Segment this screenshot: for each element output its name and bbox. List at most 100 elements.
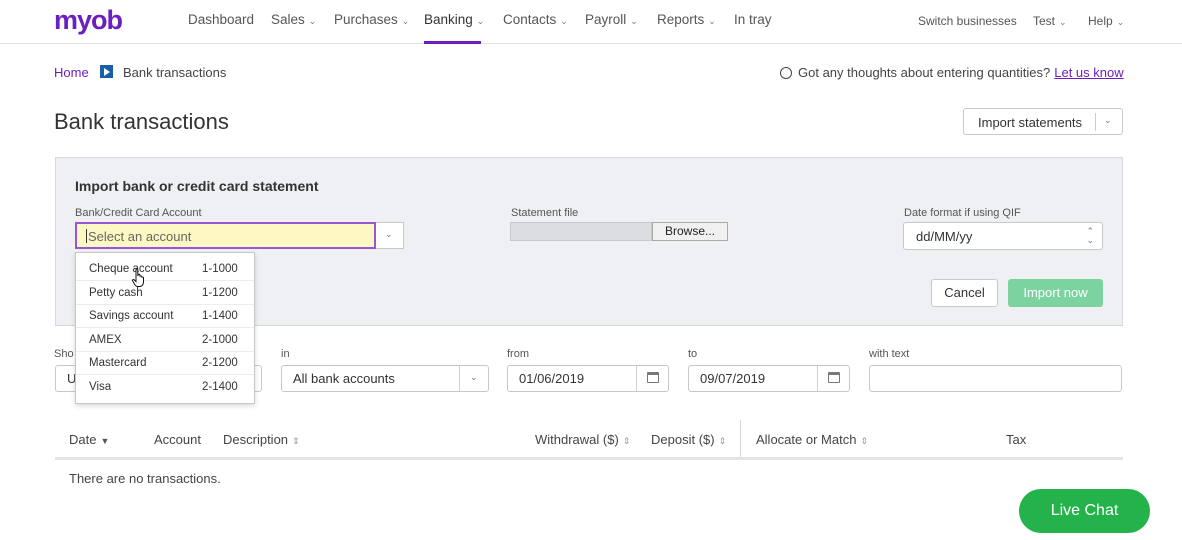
chevron-down-icon: ⌄ xyxy=(1116,17,1125,27)
account-option-code: 2-1000 xyxy=(202,334,238,346)
chevron-down-icon: ⌄ xyxy=(476,16,485,26)
feedback-link[interactable]: Let us know xyxy=(1054,65,1123,80)
empty-state-message: There are no transactions. xyxy=(69,471,221,486)
input-divider xyxy=(636,366,637,391)
chevron-down-icon: ⌄ xyxy=(401,16,410,26)
account-option-cheque[interactable]: Cheque account 1-1000 xyxy=(76,258,254,281)
sort-descending-icon: ▼ xyxy=(100,436,110,446)
bank-account-filter-value: All bank accounts xyxy=(293,371,395,386)
breadcrumb-home[interactable]: Home xyxy=(54,65,89,80)
chevron-down-icon: ⌄ xyxy=(560,16,568,26)
hand-pointer-cursor-icon xyxy=(131,268,144,287)
statement-file-input[interactable] xyxy=(510,222,652,241)
feedback-prompt: Got any thoughts about entering quantiti… xyxy=(780,65,1124,80)
switch-businesses-link[interactable]: Switch businesses xyxy=(918,14,1017,28)
nav-purchases-label: Purchases xyxy=(334,12,398,27)
chevron-down-icon: ⌄ xyxy=(308,16,317,26)
statement-file-label: Statement file xyxy=(511,207,579,219)
account-option-code: 1-1400 xyxy=(202,310,238,322)
import-panel-title: Import bank or credit card statement xyxy=(75,178,319,194)
account-option-visa[interactable]: Visa 2-1400 xyxy=(76,376,254,399)
with-text-input[interactable] xyxy=(869,365,1122,392)
myob-logo[interactable]: myob xyxy=(54,5,123,36)
nav-in-tray-label: In tray xyxy=(734,12,772,27)
nav-sales[interactable]: Sales ⌄ xyxy=(271,12,316,27)
help-menu-label: Help xyxy=(1088,14,1113,28)
with-text-label: with text xyxy=(869,348,910,360)
calendar-icon[interactable] xyxy=(647,372,659,383)
nav-dashboard[interactable]: Dashboard xyxy=(188,12,254,27)
sort-icon: ⇕ xyxy=(292,436,300,446)
cancel-button[interactable]: Cancel xyxy=(931,279,998,307)
breadcrumb-arrow-icon xyxy=(100,65,113,78)
to-date-value: 09/07/2019 xyxy=(700,371,766,386)
up-down-arrows-icon: ⌃ ⌄ xyxy=(1086,226,1094,245)
text-caret xyxy=(86,229,87,243)
table-header-rule xyxy=(55,457,1123,460)
calendar-icon[interactable] xyxy=(828,372,840,383)
nav-purchases[interactable]: Purchases ⌄ xyxy=(334,12,409,27)
active-tab-indicator xyxy=(424,41,481,44)
column-tax: Tax xyxy=(1006,432,1027,447)
account-option-code: 2-1400 xyxy=(202,381,238,393)
column-allocate-or-match[interactable]: Allocate or Match ⇕ xyxy=(756,432,868,447)
nav-contacts-label: Contacts xyxy=(503,12,557,27)
import-statements-button[interactable]: Import statements ⌄ xyxy=(963,108,1123,135)
column-date-label: Date xyxy=(69,432,97,447)
to-date-input[interactable]: 09/07/2019 xyxy=(688,365,850,392)
nav-payroll[interactable]: Payroll ⌄ xyxy=(585,12,638,27)
nav-sales-label: Sales xyxy=(271,12,305,27)
live-chat-button[interactable]: Live Chat xyxy=(1019,489,1150,533)
chevron-down-icon: ⌄ xyxy=(385,229,393,239)
nav-in-tray[interactable]: In tray xyxy=(734,12,772,27)
account-option-code: 1-1200 xyxy=(202,287,238,299)
import-now-button[interactable]: Import now xyxy=(1008,279,1103,307)
help-menu[interactable]: Help ⌄ xyxy=(1088,14,1124,28)
date-format-value: dd/MM/yy xyxy=(916,229,973,244)
account-dropdown-toggle[interactable]: ⌄ xyxy=(376,222,404,249)
column-deposit-label: Deposit ($) xyxy=(651,432,715,447)
show-label: Sho xyxy=(54,348,74,360)
account-option-mastercard[interactable]: Mastercard 2-1200 xyxy=(76,352,254,375)
account-select-input[interactable]: Select an account xyxy=(75,222,376,249)
import-statements-label: Import statements xyxy=(978,115,1083,130)
date-format-select[interactable]: dd/MM/yy ⌃ ⌄ xyxy=(903,222,1103,250)
user-menu-label: Test xyxy=(1033,14,1056,28)
nav-banking[interactable]: Banking ⌄ xyxy=(424,12,484,27)
account-option-savings[interactable]: Savings account 1-1400 xyxy=(76,305,254,328)
breadcrumb-current: Bank transactions xyxy=(123,65,227,80)
nav-banking-label: Banking xyxy=(424,12,473,27)
in-label: in xyxy=(281,348,290,360)
nav-reports[interactable]: Reports ⌄ xyxy=(657,12,716,27)
chevron-down-icon: ⌄ xyxy=(1059,17,1067,27)
account-option-amex[interactable]: AMEX 2-1000 xyxy=(76,329,254,352)
sort-icon: ⇕ xyxy=(860,436,868,446)
nav-dashboard-label: Dashboard xyxy=(188,12,255,27)
browse-button[interactable]: Browse... xyxy=(652,222,728,241)
column-withdrawal-label: Withdrawal ($) xyxy=(535,432,619,447)
account-dropdown-list: Cheque account 1-1000 Petty cash 1-1200 Sa… xyxy=(75,252,255,404)
account-option-name: Visa xyxy=(89,381,112,393)
from-date-input[interactable]: 01/06/2019 xyxy=(507,365,669,392)
page-title: Bank transactions xyxy=(54,109,229,134)
account-option-name: Mastercard xyxy=(89,357,147,369)
column-description-label: Description xyxy=(223,432,289,447)
nav-contacts[interactable]: Contacts ⌄ xyxy=(503,12,568,27)
column-divider xyxy=(740,420,741,458)
account-option-petty-cash[interactable]: Petty cash 1-1200 xyxy=(76,282,254,305)
to-label: to xyxy=(688,348,698,360)
account-option-code: 2-1200 xyxy=(202,357,238,369)
account-option-code: 1-1000 xyxy=(202,263,238,275)
chevron-down-icon: ⌄ xyxy=(708,16,716,26)
bank-account-filter-select[interactable]: All bank accounts ⌄ xyxy=(281,365,489,392)
user-menu[interactable]: Test ⌄ xyxy=(1033,14,1067,28)
column-description[interactable]: Description ⇕ xyxy=(223,432,300,447)
chevron-down-icon[interactable]: ⌄ xyxy=(1104,115,1112,126)
chevron-down-icon: ⌄ xyxy=(470,372,478,382)
column-withdrawal[interactable]: Withdrawal ($) ⇕ xyxy=(535,432,630,447)
column-deposit[interactable]: Deposit ($) ⇕ xyxy=(651,432,726,447)
input-divider xyxy=(817,366,818,391)
sort-icon: ⇕ xyxy=(718,436,727,446)
column-date[interactable]: Date ▼ xyxy=(69,432,109,447)
column-account[interactable]: Account xyxy=(154,432,201,447)
